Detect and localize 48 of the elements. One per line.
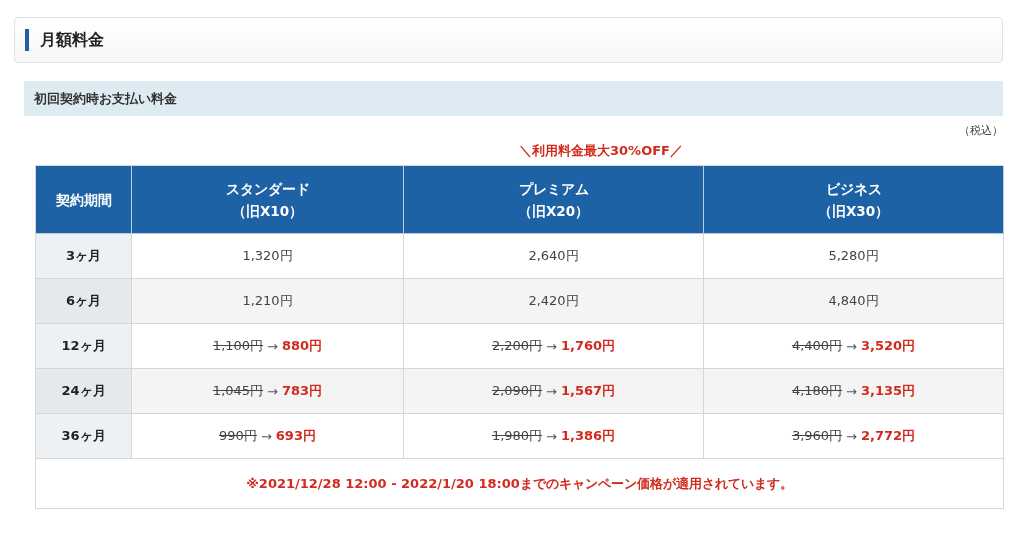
accent-bar <box>25 29 29 51</box>
sale-price-text: 3,520円 <box>861 337 916 355</box>
section-title: 月額料金 <box>40 29 104 51</box>
arrow-text: → <box>846 383 857 399</box>
period-cell: 6ヶ月 <box>36 279 132 324</box>
column-header: プレミアム （旧X20） <box>404 166 704 234</box>
arrow-text: → <box>267 383 278 399</box>
sale-price-text: 1,760円 <box>561 337 616 355</box>
price-text: 1,320円 <box>242 247 293 265</box>
sale-price-text: 783円 <box>282 382 323 400</box>
arrow-text: → <box>846 338 857 354</box>
column-header: ビジネス （旧X30） <box>704 166 1004 234</box>
arrow-text: → <box>546 383 557 399</box>
old-price-text: 3,960円 <box>791 427 843 445</box>
arrow-text: → <box>260 428 272 444</box>
arrow-text: → <box>846 428 857 444</box>
column-header: スタンダード （旧X10） <box>132 166 404 234</box>
sale-price-text: 3,135円 <box>861 382 916 400</box>
campaign-note: ※2021/12/28 12:00 - 2022/1/20 18:00までのキャンペーン価格が適用されています。 <box>246 474 793 493</box>
old-price-text: 4,400円 <box>791 337 843 355</box>
column-header: 契約期間 <box>36 166 132 234</box>
sale-price-text: 693円 <box>275 427 316 445</box>
tax-note: （税込） <box>959 123 1003 138</box>
arrow-text: → <box>267 338 278 354</box>
old-price-text: 1,045円 <box>212 382 264 400</box>
price-text: 5,280円 <box>828 247 879 265</box>
sale-price-text: 880円 <box>282 337 323 355</box>
period-cell: 12ヶ月 <box>36 324 132 369</box>
sale-price-text: 2,772円 <box>861 427 916 445</box>
old-price-text: 2,090円 <box>491 382 543 400</box>
campaign-text: ＼利用料金最大30%OFF／ <box>519 142 683 160</box>
old-price-text: 4,180円 <box>791 382 843 400</box>
sale-price-text: 1,386円 <box>561 427 616 445</box>
price-text: 1,210円 <box>242 292 293 310</box>
old-price-text: 1,980円 <box>491 427 543 445</box>
period-cell: 36ヶ月 <box>36 414 132 459</box>
period-cell: 3ヶ月 <box>36 234 132 279</box>
price-text: 4,840円 <box>828 292 879 310</box>
old-price-text: 990円 <box>219 427 257 445</box>
price-text: 2,640円 <box>528 247 579 265</box>
sale-price-text: 1,567円 <box>561 382 616 400</box>
old-price-text: 2,200円 <box>491 337 543 355</box>
arrow-text: → <box>546 428 557 444</box>
subsection-title: 初回契約時お支払い料金 <box>34 89 177 108</box>
price-text: 2,420円 <box>528 292 579 310</box>
arrow-text: → <box>546 338 557 354</box>
period-cell: 24ヶ月 <box>36 369 132 414</box>
old-price-text: 1,100円 <box>212 337 264 355</box>
